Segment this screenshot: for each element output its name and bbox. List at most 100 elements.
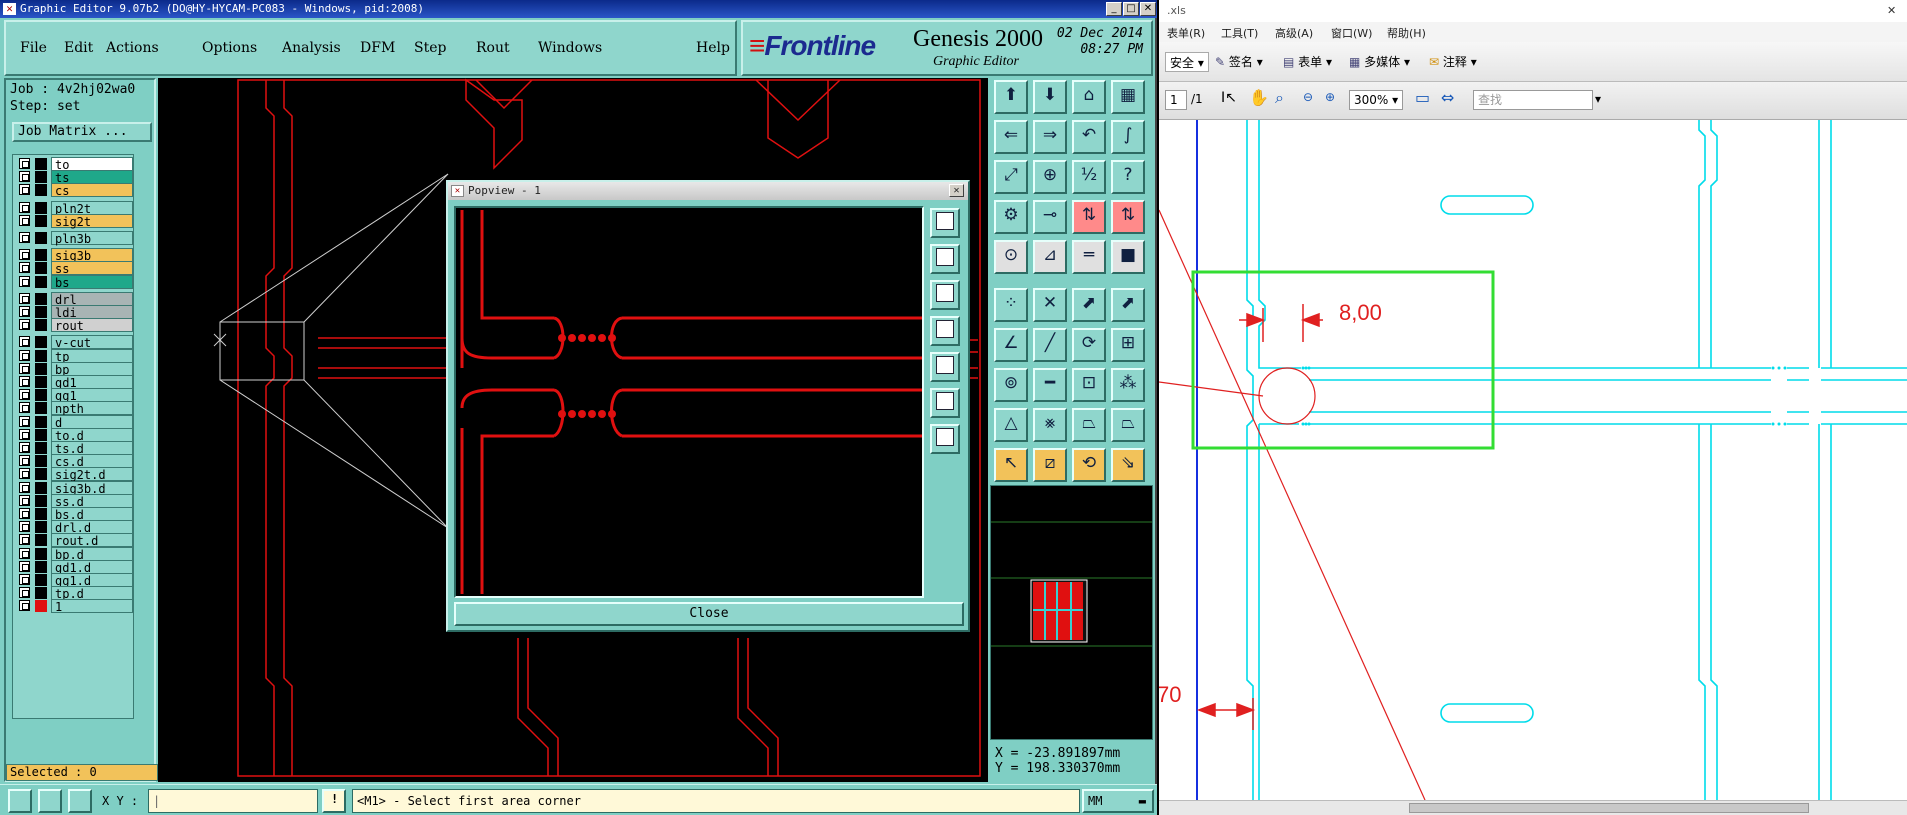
close-button[interactable]: ✕ xyxy=(1140,2,1156,16)
pdf-close-icon[interactable]: ✕ xyxy=(1887,0,1896,22)
menu-dfm[interactable]: DFM xyxy=(360,40,395,56)
layer-item-ss[interactable]: ss xyxy=(15,261,133,276)
arc-icon[interactable]: ⟳ xyxy=(1072,328,1106,362)
layer-item-bs.d[interactable]: bs.d xyxy=(15,507,133,522)
layer-item-to.d[interactable]: to.d xyxy=(15,427,133,443)
layer-name[interactable]: pln2t xyxy=(51,200,133,216)
layer-item-sig3b.d[interactable]: sig3b.d xyxy=(15,480,133,496)
pop-center-icon[interactable] xyxy=(930,424,960,454)
grid-icon[interactable] xyxy=(68,789,92,813)
layer-checkbox[interactable] xyxy=(19,201,30,213)
layer-name[interactable]: tp xyxy=(51,348,133,364)
overview-thumbnail[interactable] xyxy=(990,485,1153,740)
ruler-icon[interactable]: ═ xyxy=(1072,240,1106,274)
layer-item-rout.d[interactable]: rout.d xyxy=(15,533,133,548)
layer-name[interactable]: rout xyxy=(51,318,133,333)
layer-name[interactable]: sig2t.d xyxy=(51,467,133,482)
layer-name[interactable]: 1 xyxy=(51,599,133,614)
sign-button[interactable]: ✎ 签名 ▾ xyxy=(1215,52,1263,72)
exclamation-icon[interactable]: ! xyxy=(322,789,346,813)
add-line-icon[interactable]: ⊿ xyxy=(1033,240,1067,274)
pdf-menu-form[interactable]: 表单(R) xyxy=(1167,25,1205,41)
pop-down-icon[interactable] xyxy=(930,280,960,310)
scale-1-2-icon[interactable]: ½ xyxy=(1072,160,1106,194)
measure-b-icon[interactable]: ⨳ xyxy=(1033,408,1067,442)
connect-icon[interactable]: ⁘ xyxy=(994,288,1028,322)
zoom-area-icon[interactable] xyxy=(8,789,32,813)
layer-item-d[interactable]: d xyxy=(15,414,133,430)
layer-item-gd1.d[interactable]: gd1.d xyxy=(15,559,133,575)
search-input[interactable]: 查找 xyxy=(1473,90,1593,110)
layer-name[interactable]: bp.d xyxy=(51,546,133,562)
layer-name[interactable]: sig3b xyxy=(51,248,133,263)
layer-checkbox[interactable] xyxy=(19,171,30,183)
zoom-input[interactable]: 300% ▾ xyxy=(1349,90,1403,110)
layer-item-cs.d[interactable]: cs.d xyxy=(15,454,133,469)
layer-item-to[interactable]: to xyxy=(15,157,133,172)
layer-name[interactable]: gg1 xyxy=(51,388,133,403)
page-input[interactable]: 1 xyxy=(1165,90,1187,110)
layer-item-bp[interactable]: bp xyxy=(15,361,133,377)
popview-canvas[interactable] xyxy=(454,206,924,598)
layer-up-icon[interactable]: ⇅ xyxy=(1072,200,1106,234)
layer-item-pln2t[interactable]: pln2t xyxy=(15,200,133,216)
measure-c-icon[interactable]: ⏢ xyxy=(1072,408,1106,442)
maximize-button[interactable]: □ xyxy=(1123,2,1139,16)
horizontal-scrollbar[interactable] xyxy=(1159,800,1907,815)
layer-checkbox[interactable] xyxy=(19,389,30,401)
layer-name[interactable]: ss xyxy=(51,261,133,276)
layer-name[interactable]: gd1 xyxy=(51,375,133,390)
layer-checkbox[interactable] xyxy=(19,262,30,274)
layer-checkbox[interactable] xyxy=(19,349,30,361)
save-icon[interactable]: ⬇ xyxy=(1033,80,1067,114)
layer-item-pln3b[interactable]: pln3b xyxy=(15,231,133,246)
zoom-out-icon[interactable]: ⊖ xyxy=(1303,90,1313,104)
scrollbar-thumb[interactable] xyxy=(1409,803,1809,813)
layer-name[interactable]: ts.d xyxy=(51,441,133,456)
flip-icon[interactable]: ⊞ xyxy=(1111,328,1145,362)
layer-name[interactable]: gd1.d xyxy=(51,559,133,575)
menu-step[interactable]: Step xyxy=(414,40,446,56)
paste-layer-icon[interactable]: ⇒ xyxy=(1033,120,1067,154)
layer-checkbox[interactable] xyxy=(19,547,30,559)
fit-page-icon[interactable]: ▭ xyxy=(1415,88,1430,107)
menu-options[interactable]: Options xyxy=(202,40,257,56)
layer-checkbox[interactable] xyxy=(19,428,30,440)
layer-name[interactable]: pln3b xyxy=(51,231,133,246)
probe-icon[interactable]: ⊸ xyxy=(1033,200,1067,234)
route-icon[interactable]: ⇘ xyxy=(1111,448,1145,482)
minimize-button[interactable]: _ xyxy=(1106,2,1122,16)
layer-checkbox[interactable] xyxy=(19,600,30,612)
menu-windows[interactable]: Windows xyxy=(538,40,602,56)
layer-checkbox[interactable] xyxy=(19,214,30,226)
layer-item-sig2t[interactable]: sig2t xyxy=(15,213,133,229)
layer-name[interactable]: bs xyxy=(51,274,133,290)
measure-icon[interactable] xyxy=(38,789,62,813)
layer-item-1[interactable]: 1 xyxy=(15,599,133,614)
rotate-icon[interactable]: ⟲ xyxy=(1072,448,1106,482)
layer-item-tp[interactable]: tp xyxy=(15,348,133,364)
layer-checkbox[interactable] xyxy=(19,336,30,348)
layer-name[interactable]: cs.d xyxy=(51,454,133,469)
layer-name[interactable]: npth xyxy=(51,401,133,416)
add-pad-icon[interactable]: ⊙ xyxy=(994,240,1028,274)
layer-item-gd1[interactable]: gd1 xyxy=(15,375,133,390)
pop-up-icon[interactable] xyxy=(930,244,960,274)
layer-checkbox[interactable] xyxy=(19,574,30,585)
move-node-icon[interactable]: ⬈ xyxy=(1072,288,1106,322)
line-select-icon[interactable]: ━ xyxy=(1033,368,1067,402)
menu-rout[interactable]: Rout xyxy=(476,40,510,56)
security-button[interactable]: 安全 ▾ xyxy=(1165,52,1209,72)
layer-checkbox[interactable] xyxy=(19,158,30,169)
layer-name[interactable]: rout.d xyxy=(51,533,133,548)
layer-item-ts[interactable]: ts xyxy=(15,170,133,185)
fit-width-icon[interactable]: ⇔ xyxy=(1441,88,1454,107)
layer-name[interactable]: ldi xyxy=(51,305,133,320)
pointer-icon[interactable]: ↖ xyxy=(994,448,1028,482)
layer-name[interactable]: v-cut xyxy=(51,335,133,350)
layer-name[interactable]: gg1.d xyxy=(51,573,133,588)
pop-zoom-icon[interactable] xyxy=(930,208,960,238)
layer-checkbox[interactable] xyxy=(19,249,30,261)
wave-icon[interactable]: ∫ xyxy=(1111,120,1145,154)
menu-help[interactable]: Help xyxy=(696,40,730,56)
